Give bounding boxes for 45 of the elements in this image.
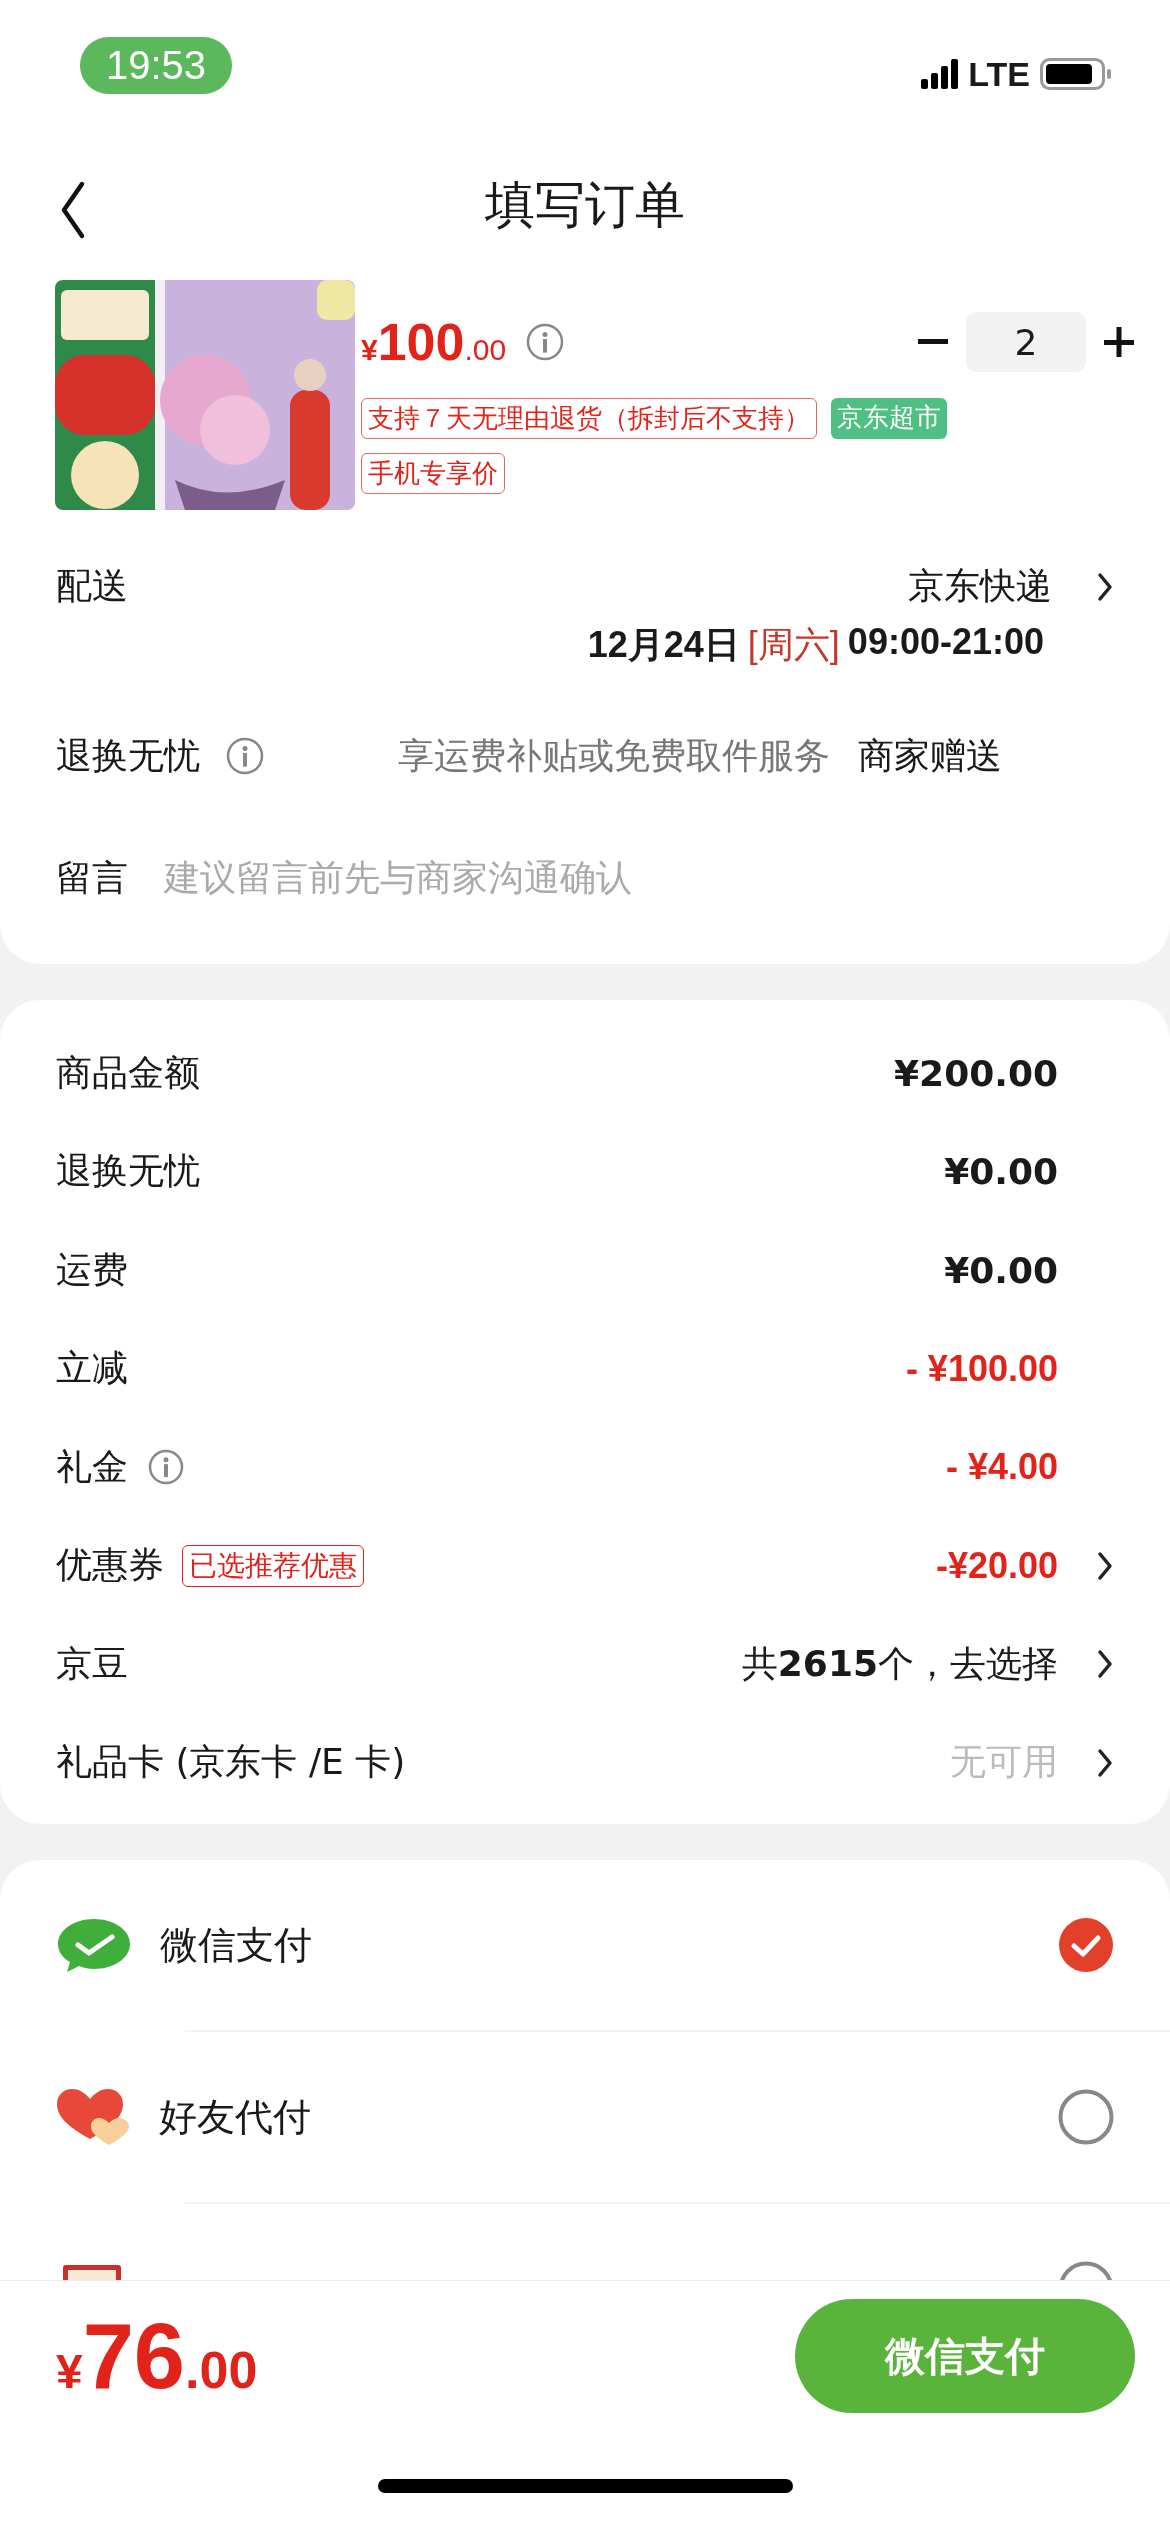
battery-icon <box>1040 58 1112 90</box>
summary-label: 礼金 <box>56 1444 128 1489</box>
delivery-label: 配送 <box>56 564 128 608</box>
summary-value: ¥0.00 <box>944 1249 1058 1291</box>
summary-label: 立减 <box>56 1346 128 1391</box>
info-icon[interactable] <box>148 1449 184 1486</box>
product-price: ¥100.00 <box>361 312 507 372</box>
radio-checked[interactable] <box>1058 1917 1114 1973</box>
summary-label: 退换无忧 <box>56 1149 200 1194</box>
delivery-method[interactable]: 京东快递 <box>908 562 1052 611</box>
summary-label: 优惠券 <box>56 1543 164 1588</box>
product-tag: 手机专享价 <box>361 453 505 494</box>
return-description: 享运费补贴或免费取件服务 <box>398 733 830 778</box>
radio-button[interactable] <box>1058 2089 1114 2145</box>
summary-value: - ¥100.00 <box>905 1347 1058 1390</box>
quantity-field[interactable]: 2 <box>966 312 1086 372</box>
payment-option[interactable]: 好友代付 <box>159 2091 311 2143</box>
summary-label: 商品金额 <box>56 1050 200 1095</box>
status-time: 19:53 <box>80 36 233 94</box>
summary-value[interactable]: -¥20.00 <box>935 1544 1058 1587</box>
page-title: 填写订单 <box>485 174 685 236</box>
signal-icon <box>921 59 959 89</box>
summary-label: 京豆 <box>56 1641 128 1686</box>
summary-value: ¥0.00 <box>944 1151 1058 1193</box>
info-icon[interactable] <box>226 737 264 775</box>
summary-value[interactable]: 共2615个，去选择 <box>741 1639 1058 1689</box>
summary-value: - ¥4.00 <box>945 1446 1058 1489</box>
message-label: 留言 <box>56 855 128 900</box>
product-tag: 京东超市 <box>831 398 947 439</box>
hearts-icon <box>55 2087 131 2147</box>
payment-option[interactable]: 微信支付 <box>160 1919 312 1971</box>
summary-label: 礼品卡 (京东卡 /E 卡) <box>56 1740 406 1785</box>
delivery-weekday: [周六] <box>747 623 840 667</box>
delivery-time: 09:00-21:00 <box>847 621 1044 664</box>
summary-label: 运费 <box>56 1247 128 1292</box>
delivery-date: 12月24日 <box>587 623 740 667</box>
coupon-tag: 已选推荐优惠 <box>182 1544 364 1587</box>
return-value: 商家赠送 <box>858 733 1002 778</box>
network-label: LTE <box>968 54 1030 94</box>
info-icon[interactable] <box>526 323 565 361</box>
total-price: ¥76.00 <box>56 2303 258 2409</box>
return-label: 退换无忧 <box>56 733 200 778</box>
plus-icon[interactable] <box>1104 327 1134 357</box>
summary-value: ¥200.00 <box>894 1052 1058 1094</box>
product-tag: 支持７天无理由退货（拆封后不支持） <box>361 398 817 439</box>
